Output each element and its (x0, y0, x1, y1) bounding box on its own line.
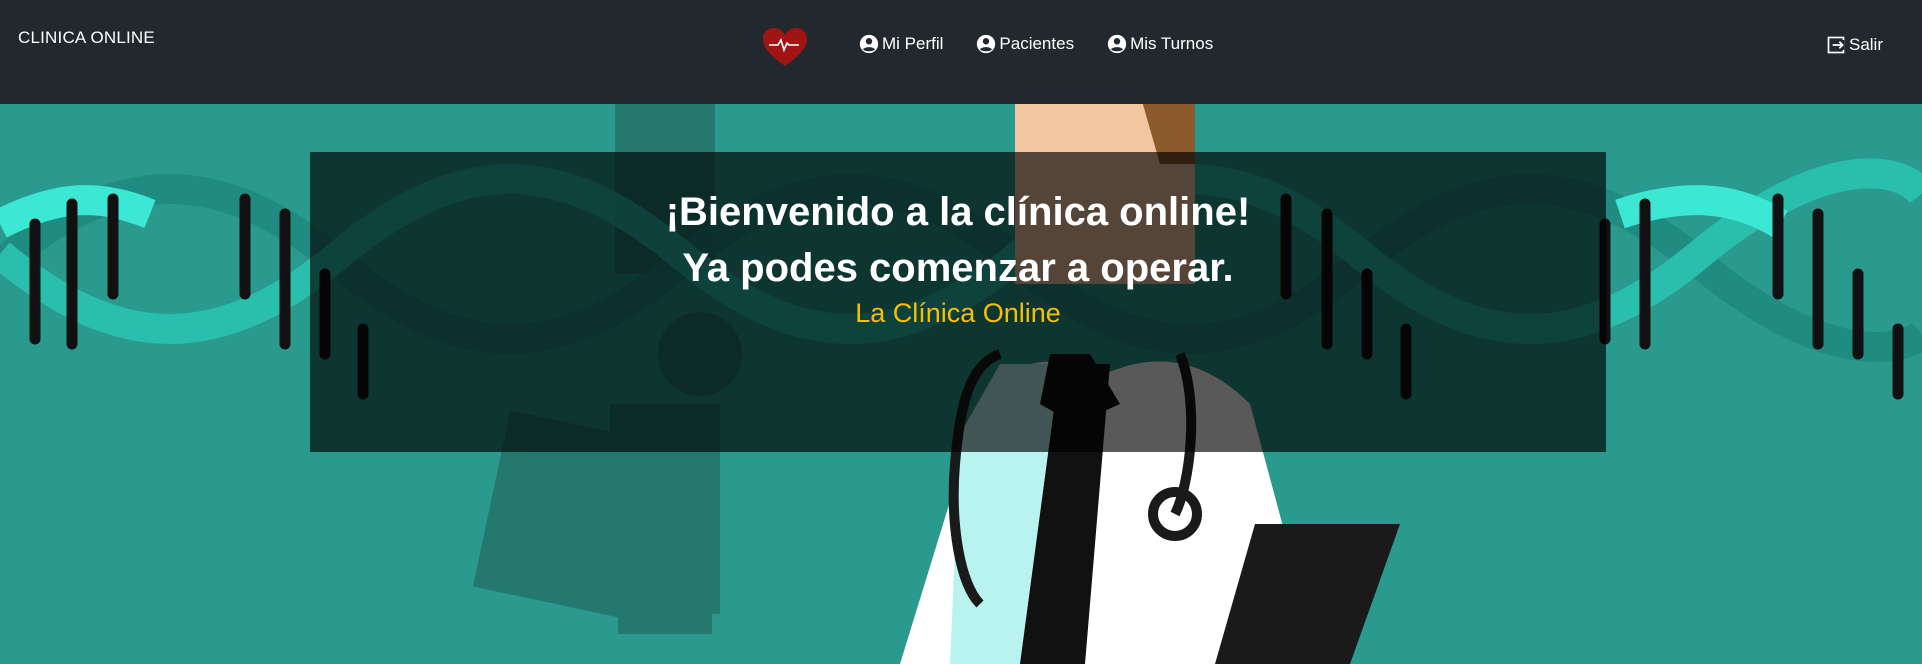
welcome-banner: ¡Bienvenido a la clínica online! Ya pode… (310, 152, 1606, 452)
welcome-title: ¡Bienvenido a la clínica online! (665, 190, 1251, 234)
heart-pulse-icon[interactable] (761, 26, 809, 68)
logout-icon (1827, 36, 1845, 54)
nav-item-label: Mis Turnos (1130, 34, 1214, 53)
clinic-name: La Clínica Online (855, 298, 1061, 328)
nav-item-label: Pacientes (999, 34, 1075, 53)
nav-item-mi-perfil[interactable]: Mi Perfil (858, 33, 943, 55)
brand-title[interactable]: CLINICA ONLINE (18, 28, 155, 48)
account-circle-icon (859, 34, 879, 54)
account-circle-icon (977, 34, 996, 54)
nav-item-mis-turnos[interactable]: Mis Turnos (1106, 33, 1213, 55)
logout-button[interactable]: Salir (1826, 35, 1883, 55)
nav-menu: Mi Perfil Pacientes Mis Turnos (858, 33, 1213, 55)
welcome-subtitle: Ya podes comenzar a operar. (682, 246, 1234, 290)
nav-item-label: Mi Perfil (882, 34, 944, 53)
top-navbar: CLINICA ONLINE Mi Perfil Pacientes Mis T… (0, 0, 1922, 104)
logout-label: Salir (1848, 35, 1883, 54)
account-circle-icon (1107, 34, 1127, 54)
nav-item-pacientes[interactable]: Pacientes (975, 33, 1074, 55)
